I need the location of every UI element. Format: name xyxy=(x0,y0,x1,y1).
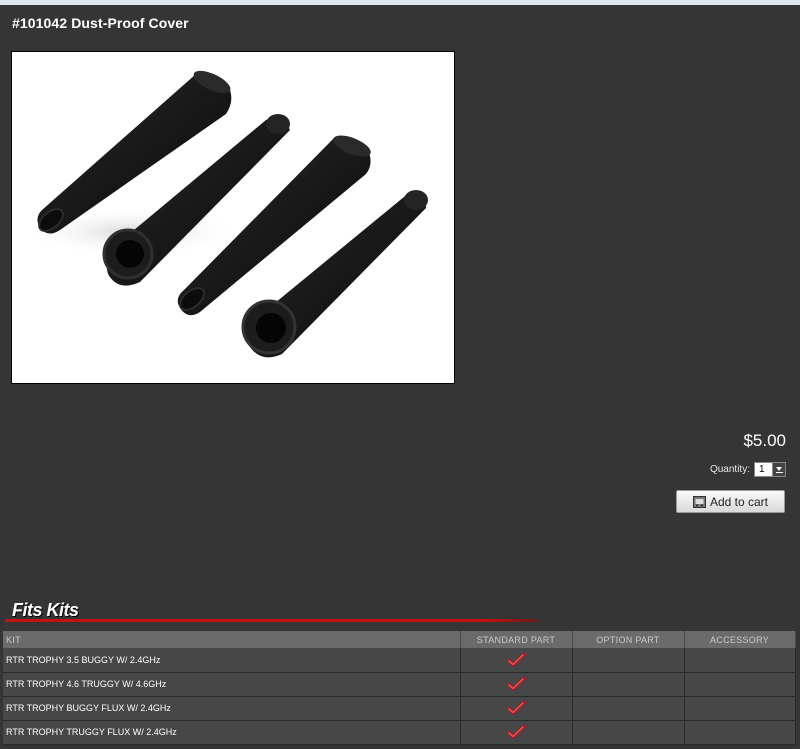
kit-name-cell: RTR TROPHY BUGGY FLUX W/ 2.4GHz xyxy=(3,696,461,721)
chevron-down-icon[interactable] xyxy=(772,463,785,476)
table-header-row: KIT STANDARD PART OPTION PART ACCESSORY xyxy=(3,631,796,648)
add-to-cart-label: Add to cart xyxy=(709,494,769,509)
kit-name-cell: RTR TROPHY 3.5 BUGGY W/ 2.4GHz xyxy=(3,648,461,673)
accessory-cell xyxy=(684,720,796,745)
checkmark-icon xyxy=(507,725,525,739)
heading-underline xyxy=(5,619,537,622)
dust-cover-photo xyxy=(22,70,428,358)
table-row: RTR TROPHY 3.5 BUGGY W/ 2.4GHz xyxy=(3,648,796,673)
quantity-select[interactable]: 1 xyxy=(754,462,786,477)
quantity-label: Quantity: xyxy=(709,464,750,475)
quantity-value: 1 xyxy=(759,464,765,475)
fits-kits-table: KIT STANDARD PART OPTION PART ACCESSORY … xyxy=(3,631,796,745)
standard-part-cell xyxy=(460,648,573,673)
standard-part-cell xyxy=(460,672,573,697)
accessory-cell xyxy=(684,648,796,673)
accessory-cell xyxy=(684,696,796,721)
standard-part-cell xyxy=(460,696,573,721)
option-part-cell xyxy=(572,720,685,745)
column-header-kit: KIT xyxy=(3,631,461,648)
add-to-cart-button[interactable]: Add to cart xyxy=(676,490,785,513)
kit-name-cell: RTR TROPHY TRUGGY FLUX W/ 2.4GHz xyxy=(3,720,461,745)
table-row: RTR TROPHY 4.6 TRUGGY W/ 4.6GHz xyxy=(3,672,796,697)
product-price: $5.00 xyxy=(743,431,786,450)
product-image xyxy=(11,51,455,384)
fits-kits-heading: Fits Kits xyxy=(12,600,79,620)
cart-icon xyxy=(692,495,706,508)
window-top-border xyxy=(0,0,800,5)
product-title: #101042 Dust-Proof Cover xyxy=(12,15,189,31)
column-header-option: OPTION PART xyxy=(572,631,685,648)
option-part-cell xyxy=(572,696,685,721)
standard-part-cell xyxy=(460,720,573,745)
checkmark-icon xyxy=(507,652,525,667)
option-part-cell xyxy=(572,648,685,673)
quantity-control: Quantity: 1 xyxy=(710,462,786,477)
checkmark-icon xyxy=(507,677,525,691)
kit-name-cell: RTR TROPHY 4.6 TRUGGY W/ 4.6GHz xyxy=(3,672,461,697)
table-row: RTR TROPHY BUGGY FLUX W/ 2.4GHz xyxy=(3,696,796,721)
option-part-cell xyxy=(572,672,685,697)
column-header-standard: STANDARD PART xyxy=(460,631,573,648)
checkmark-icon xyxy=(507,701,525,715)
column-header-accessory: ACCESSORY xyxy=(684,631,796,648)
accessory-cell xyxy=(684,672,796,697)
table-row: RTR TROPHY TRUGGY FLUX W/ 2.4GHz xyxy=(3,720,796,745)
